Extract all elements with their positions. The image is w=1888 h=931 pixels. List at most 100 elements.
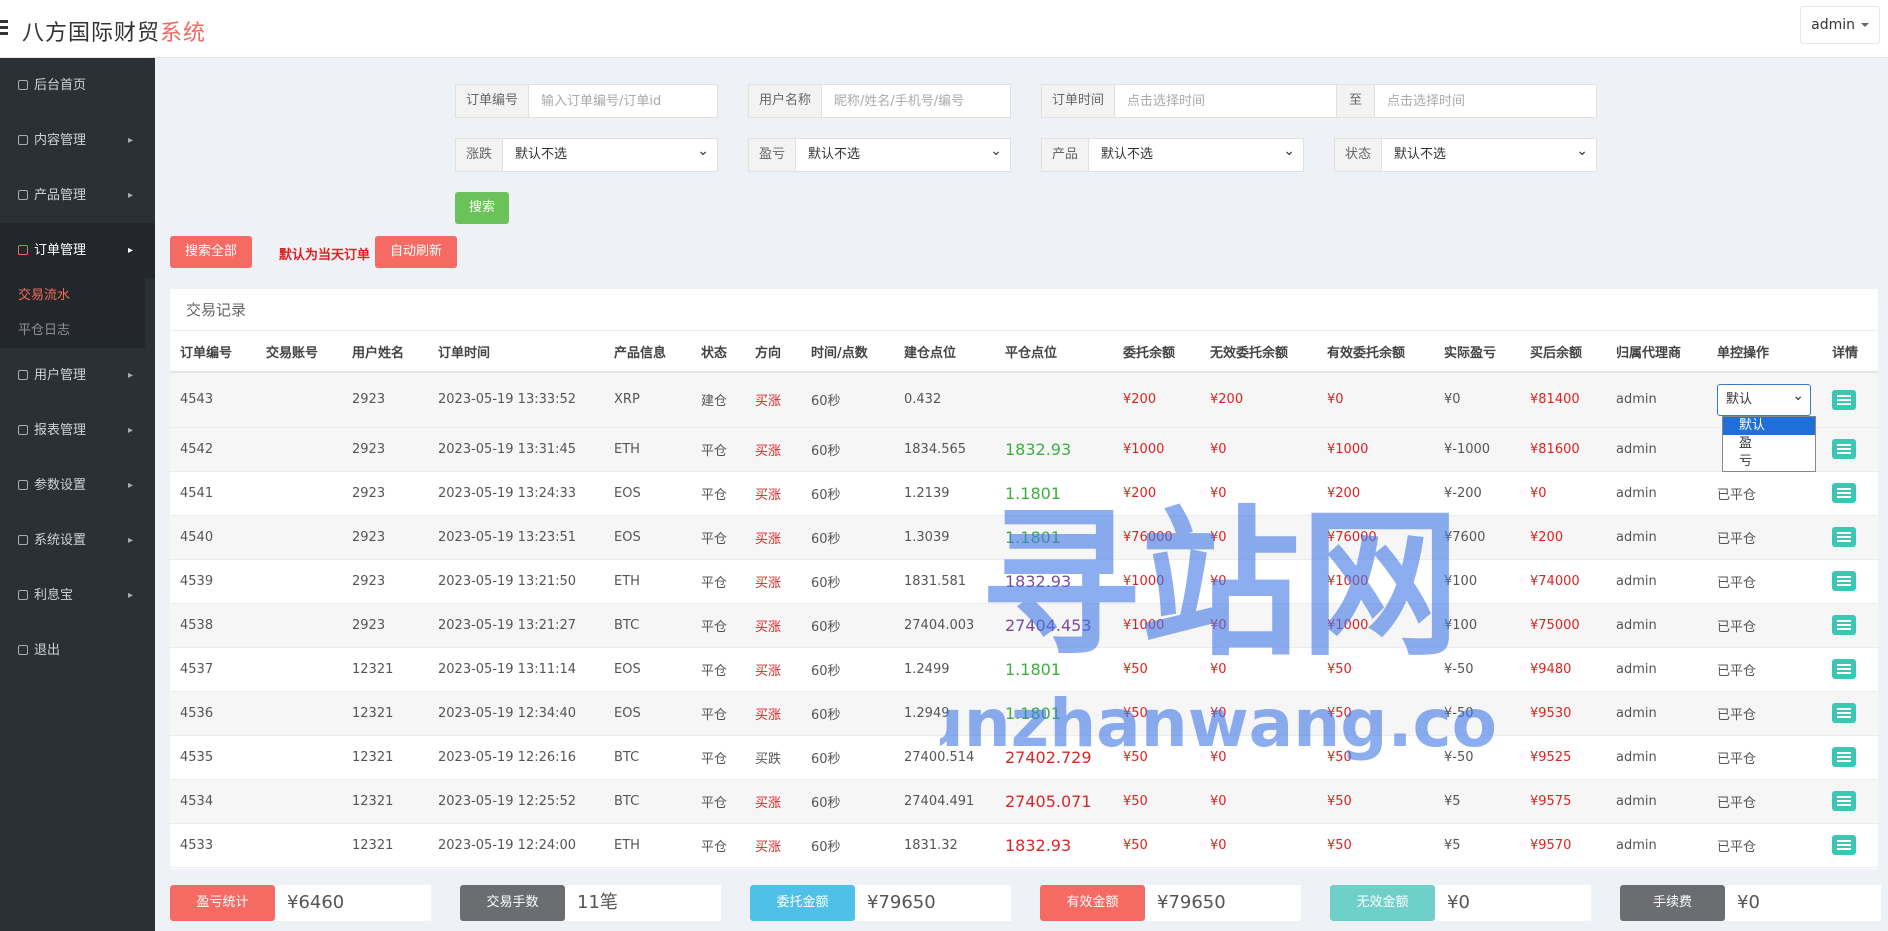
stat-fee-value: ¥0 xyxy=(1737,892,1760,913)
sidebar-subitem-close-log[interactable]: 平仓日志 xyxy=(0,313,145,348)
cell-entrust: ¥50 xyxy=(1113,735,1200,780)
time-to-input[interactable] xyxy=(1375,85,1596,117)
cell-username: 2923 xyxy=(342,559,428,604)
detail-list-icon[interactable] xyxy=(1832,439,1856,459)
cell-invalid-entrust: ¥0 xyxy=(1200,471,1317,516)
detail-list-icon[interactable] xyxy=(1832,615,1856,635)
cell-period: 60秒 xyxy=(801,691,894,736)
cell-open-price: 27404.491 xyxy=(894,779,995,824)
cell-after-balance: ¥9575 xyxy=(1520,779,1606,824)
cell-pnl: ¥5 xyxy=(1434,823,1520,868)
cell-after-balance: ¥9530 xyxy=(1520,691,1606,736)
cell-detail xyxy=(1822,471,1878,516)
sidebar-item-interest[interactable]: 利息宝 ▸ xyxy=(0,568,155,623)
cell-valid-entrust: ¥200 xyxy=(1317,471,1434,516)
cell-period: 60秒 xyxy=(801,603,894,648)
cell-valid-entrust: ¥76000 xyxy=(1317,515,1434,560)
sidebar-item-params[interactable]: 参数设置 ▸ xyxy=(0,458,155,513)
detail-list-icon[interactable] xyxy=(1832,747,1856,767)
chevron-right-icon: ▸ xyxy=(127,535,133,546)
option-default[interactable]: 默认 xyxy=(1723,417,1815,435)
cell-valid-entrust: ¥50 xyxy=(1317,647,1434,692)
cell-pnl: ¥-200 xyxy=(1434,471,1520,516)
detail-list-icon[interactable] xyxy=(1832,571,1856,591)
col-after-balance: 买后余额 xyxy=(1520,331,1606,373)
option-loss[interactable]: 亏 xyxy=(1723,453,1815,471)
cell-order-time: 2023-05-19 13:21:27 xyxy=(428,603,604,648)
cell-order-time: 2023-05-19 12:34:40 xyxy=(428,691,604,736)
stat-entrust-label: 委托金额 xyxy=(750,885,855,921)
cell-control: 已平仓 xyxy=(1707,691,1822,736)
status-filter: 状态 默认不选 xyxy=(1334,135,1597,172)
sidebar-item-content[interactable]: 内容管理 ▸ xyxy=(0,113,155,168)
menu-toggle-icon[interactable] xyxy=(0,20,8,36)
detail-list-icon[interactable] xyxy=(1832,835,1856,855)
detail-list-icon[interactable] xyxy=(1832,389,1856,410)
cell-direction: 买涨 xyxy=(745,823,801,868)
rise-fall-select[interactable]: 默认不选 xyxy=(503,135,717,171)
detail-list-icon[interactable] xyxy=(1832,527,1856,547)
order-time-label: 订单时间 xyxy=(1042,85,1116,117)
search-all-button[interactable]: 搜索全部 xyxy=(170,236,252,268)
sidebar-item-products[interactable]: 产品管理 ▸ xyxy=(0,168,155,223)
cell-direction: 买涨 xyxy=(745,372,801,428)
cell-detail xyxy=(1822,559,1878,604)
time-from-input[interactable] xyxy=(1115,85,1336,117)
order-no-input[interactable] xyxy=(529,85,717,117)
profit-loss-filter: 盈亏 默认不选 xyxy=(748,135,1011,172)
brand-main: 八方国际财贸 xyxy=(22,21,161,46)
col-open-price: 建仓点位 xyxy=(894,331,995,373)
status-select[interactable]: 默认不选 xyxy=(1382,135,1596,171)
cell-agent: admin xyxy=(1606,735,1707,780)
table-row: 4543 2923 2023-05-19 13:33:52 XRP 建仓 买涨 60秒 0.4… xyxy=(170,372,1878,428)
col-direction: 方向 xyxy=(745,331,801,373)
caret-down-icon xyxy=(1861,23,1869,27)
detail-list-icon[interactable] xyxy=(1832,703,1856,723)
cell-after-balance: ¥0 xyxy=(1520,471,1606,516)
sidebar-item-system[interactable]: 系统设置 ▸ xyxy=(0,513,155,568)
sidebar-item-logout[interactable]: 退出 xyxy=(0,623,155,678)
cell-detail xyxy=(1822,515,1878,560)
control-select[interactable]: 默认 xyxy=(1717,381,1811,416)
stat-invalid-label: 无效金额 xyxy=(1330,885,1435,921)
cell-order-time: 2023-05-19 13:24:33 xyxy=(428,471,604,516)
chevron-right-icon: ▸ xyxy=(127,190,133,201)
username-input[interactable] xyxy=(822,85,1010,117)
col-product: 产品信息 xyxy=(604,331,691,373)
sidebar-subitem-trade-flow[interactable]: 交易流水 xyxy=(0,278,145,313)
cell-invalid-entrust: ¥0 xyxy=(1200,427,1317,472)
trade-records-panel: 交易记录 订单编号 交易账号 用户姓名 订单时间 产品信息 状态 方向 时间/点 xyxy=(170,289,1878,869)
table-row: 4539 2923 2023-05-19 13:21:50 ETH 平仓 买涨 60秒 183… xyxy=(170,559,1878,604)
sidebar-item-reports[interactable]: 报表管理 ▸ xyxy=(0,403,155,458)
cell-account xyxy=(256,735,342,780)
cell-detail xyxy=(1822,779,1878,824)
option-profit[interactable]: 盈 xyxy=(1723,435,1815,453)
sidebar-item-orders[interactable]: 订单管理 ▸ xyxy=(0,223,155,278)
cell-close-price: 1832.93 xyxy=(995,427,1113,472)
sidebar: 后台首页 内容管理 ▸ 产品管理 ▸ 订单管理 ▸ 交易流水 平仓日志 用户管理 ▸ 报… xyxy=(0,58,155,931)
cell-after-balance: ¥74000 xyxy=(1520,559,1606,604)
cell-order-time: 2023-05-19 12:26:16 xyxy=(428,735,604,780)
cell-pnl: ¥100 xyxy=(1434,603,1520,648)
detail-list-icon[interactable] xyxy=(1832,483,1856,503)
col-detail: 详情 xyxy=(1822,331,1878,373)
chevron-right-icon: ▸ xyxy=(127,135,133,146)
cell-order-time: 2023-05-19 13:31:45 xyxy=(428,427,604,472)
sidebar-item-home[interactable]: 后台首页 xyxy=(0,58,155,113)
table-row: 4541 2923 2023-05-19 13:24:33 EOS 平仓 买涨 60秒 1.2… xyxy=(170,471,1878,516)
profit-loss-select[interactable]: 默认不选 xyxy=(796,135,1010,171)
detail-list-icon[interactable] xyxy=(1832,659,1856,679)
cell-order-no: 4536 xyxy=(170,691,256,736)
cell-username: 2923 xyxy=(342,372,428,428)
trade-table: 订单编号 交易账号 用户姓名 订单时间 产品信息 状态 方向 时间/点数 建仓点… xyxy=(170,331,1878,868)
content-icon xyxy=(18,135,28,145)
detail-list-icon[interactable] xyxy=(1832,791,1856,811)
sidebar-item-users[interactable]: 用户管理 ▸ xyxy=(0,348,155,403)
auto-refresh-button[interactable]: 自动刷新 xyxy=(375,236,457,268)
cell-pnl: ¥-50 xyxy=(1434,647,1520,692)
cell-product: ETH xyxy=(604,823,691,868)
stat-entrust-value: ¥79650 xyxy=(867,892,936,913)
search-button[interactable]: 搜索 xyxy=(455,192,509,224)
user-menu[interactable]: admin xyxy=(1800,6,1880,44)
product-select[interactable]: 默认不选 xyxy=(1089,135,1303,171)
